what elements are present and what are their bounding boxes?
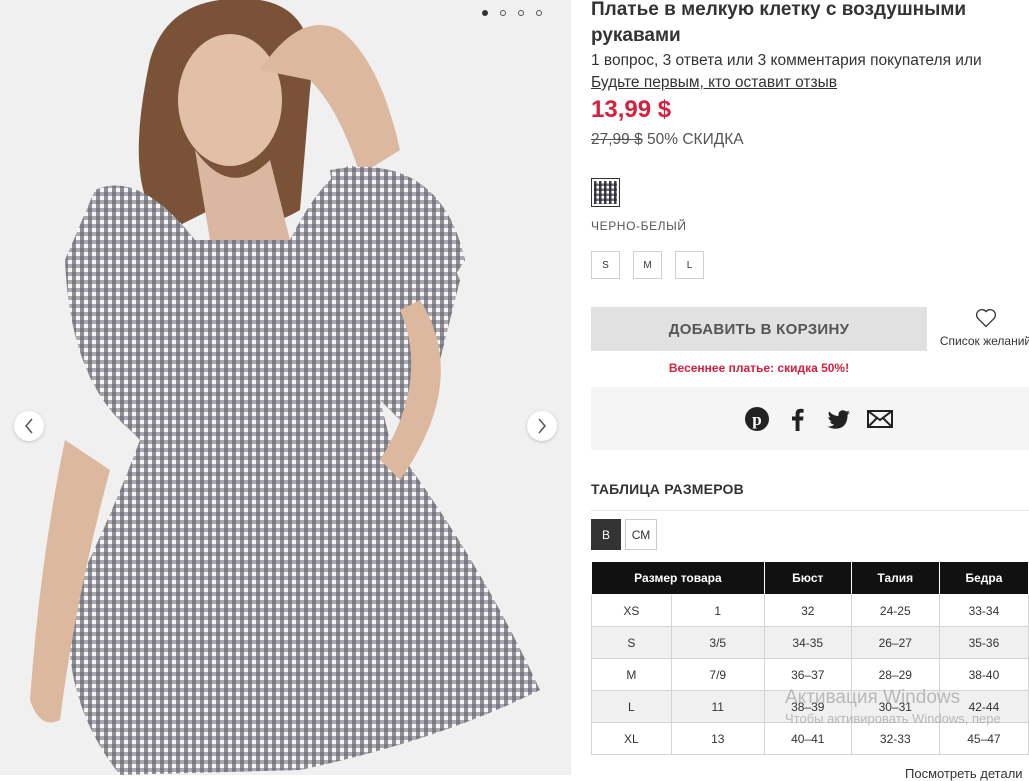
reviews-summary: 1 вопрос, 3 ответа или 3 комментария пок…	[591, 50, 1021, 94]
table-cell: 24-25	[850, 594, 940, 627]
carousel-dot[interactable]	[482, 10, 488, 16]
size-option-l[interactable]: L	[675, 251, 704, 279]
unit-toggle: В СМ	[591, 519, 657, 550]
pinterest-icon[interactable]: p	[744, 406, 770, 432]
table-cell: 38–39	[763, 690, 852, 723]
next-image-button[interactable]	[527, 411, 557, 441]
table-cell: 40–41	[763, 722, 852, 755]
column-header: Размер товара	[591, 561, 765, 595]
old-price: 27,99 $	[591, 131, 643, 148]
twitter-icon[interactable]	[826, 406, 852, 432]
svg-text:p: p	[752, 410, 761, 429]
table-cell: 11	[670, 690, 765, 723]
table-cell: 30–31	[850, 690, 940, 723]
table-cell: XL	[591, 722, 672, 755]
table-cell: 13	[670, 722, 765, 755]
share-bar: p	[591, 387, 1029, 450]
wishlist-label: Список желаний	[939, 334, 1029, 348]
table-cell: 3/5	[670, 626, 765, 659]
email-icon[interactable]	[867, 406, 893, 432]
price-info: 27,99 $ 50% СКИДКА	[591, 131, 744, 149]
table-header-row: Размер товара Бюст Талия Бедра	[591, 561, 1029, 595]
promo-message: Весеннее платье: скидка 50%!	[668, 361, 850, 375]
table-cell: 28–29	[850, 658, 940, 691]
heart-icon	[975, 309, 996, 328]
table-row: XL 13 40–41 32-33 45–47	[591, 722, 1029, 755]
table-cell: S	[591, 626, 672, 659]
table-row: M 7/9 36–37 28–29 38-40	[591, 658, 1029, 691]
table-cell: 26–27	[850, 626, 940, 659]
table-row: S 3/5 34-35 26–27 35-36	[591, 626, 1029, 659]
table-cell: 35-36	[938, 626, 1029, 659]
carousel-dots	[482, 10, 542, 16]
current-price: 13,99 $	[591, 96, 672, 123]
table-cell: 33-34	[938, 594, 1029, 627]
facebook-icon[interactable]	[785, 406, 811, 432]
carousel-dot[interactable]	[518, 10, 524, 16]
table-cell: 38-40	[938, 658, 1029, 691]
table-cell: 45–47	[938, 722, 1029, 755]
product-title: Платье в мелкую клетку с воздушными рука…	[591, 0, 967, 46]
view-details-link[interactable]: Посмотреть детали	[905, 766, 1023, 781]
table-cell: XS	[591, 594, 672, 627]
add-to-cart-button[interactable]: ДОБАВИТЬ В КОРЗИНУ	[591, 307, 927, 351]
table-cell: L	[591, 690, 672, 723]
product-image-gallery	[0, 0, 571, 775]
table-cell: 7/9	[670, 658, 765, 691]
unit-inches-button[interactable]: В	[591, 519, 621, 550]
table-cell: 34-35	[763, 626, 852, 659]
size-chart-table: Размер товара Бюст Талия Бедра XS 1 32 2…	[591, 561, 1029, 755]
color-swatch[interactable]	[591, 178, 620, 207]
table-cell: 42-44	[938, 690, 1029, 723]
table-cell: 32-33	[850, 722, 940, 755]
table-row: XS 1 32 24-25 33-34	[591, 594, 1029, 627]
table-cell: 1	[670, 594, 765, 627]
chevron-right-icon	[538, 418, 546, 434]
size-chart-title: ТАБЛИЦА РАЗМЕРОВ	[591, 481, 744, 497]
column-header: Талия	[850, 561, 940, 595]
size-selector: S M L	[591, 251, 704, 279]
size-option-m[interactable]: M	[633, 251, 662, 279]
table-cell: 36–37	[763, 658, 852, 691]
color-name: ЧЕРНО-БЕЛЫЙ	[591, 219, 687, 233]
prev-image-button[interactable]	[14, 411, 44, 441]
size-option-s[interactable]: S	[591, 251, 620, 279]
wishlist-button[interactable]: Список желаний	[938, 308, 1029, 348]
write-review-link[interactable]: Будьте первым, кто оставит отзыв	[591, 74, 837, 91]
product-photo	[0, 0, 571, 775]
divider	[591, 510, 1029, 511]
table-cell: M	[591, 658, 672, 691]
table-row: L 11 38–39 30–31 42-44	[591, 690, 1029, 723]
carousel-dot[interactable]	[500, 10, 506, 16]
column-header: Бюст	[763, 561, 852, 595]
carousel-dot[interactable]	[536, 10, 542, 16]
reviews-text: 1 вопрос, 3 ответа или 3 комментария пок…	[591, 52, 982, 69]
unit-cm-button[interactable]: СМ	[625, 519, 657, 550]
chevron-left-icon	[25, 418, 33, 434]
discount-label: 50% СКИДКА	[647, 131, 744, 148]
column-header: Бедра	[938, 561, 1029, 595]
table-cell: 32	[763, 594, 852, 627]
